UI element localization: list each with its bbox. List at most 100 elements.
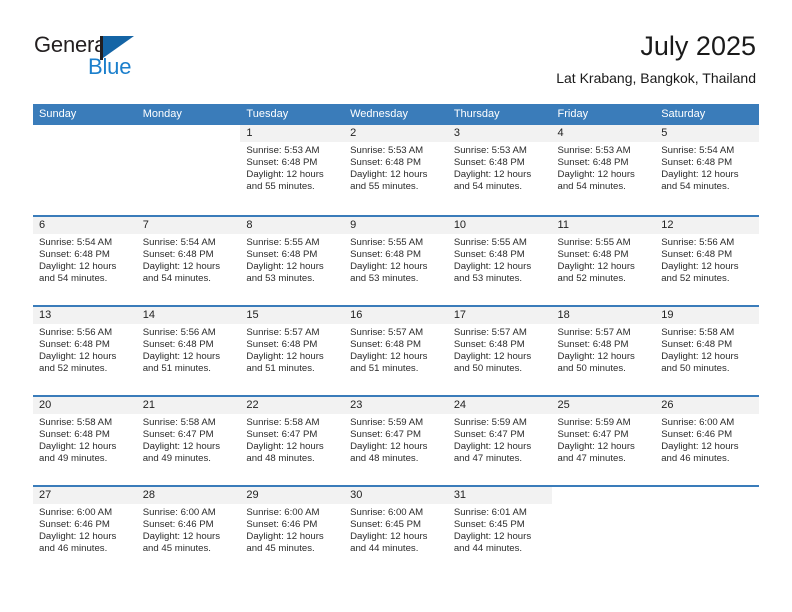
sunset-text: Sunset: 6:48 PM [350, 339, 422, 351]
daylight-text-cont: and 45 minutes. [142, 543, 211, 555]
daylight-text: Daylight: 12 hours [661, 169, 739, 181]
daylight-text-cont: and 51 minutes. [350, 363, 419, 375]
day-details: Sunrise: 5:58 AM Sunset: 6:47 PM Daylight:… [137, 414, 241, 465]
day-details: Sunrise: 5:53 AM Sunset: 6:48 PM Daylight:… [344, 142, 448, 193]
sunrise-text: Sunrise: 5:58 AM [142, 417, 216, 428]
sunrise-text: Sunrise: 6:00 AM [246, 507, 320, 518]
logo-text-blue: Blue [88, 54, 132, 79]
daylight-text: Daylight: 12 hours [350, 261, 428, 273]
day-cell[interactable]: 6 Sunrise: 5:54 AM Sunset: 6:48 PM Daylight… [33, 217, 137, 305]
day-cell[interactable]: 18 Sunrise: 5:57 AM Sunset: 6:48 PM Dayligh… [551, 307, 656, 395]
day-cell[interactable]: 26 Sunrise: 6:00 AM Sunset: 6:46 PM Dayligh… [655, 397, 759, 485]
day-cell[interactable]: 11 Sunrise: 5:55 AM Sunset: 6:48 PM Dayligh… [551, 217, 656, 305]
day-cell[interactable]: 7 Sunrise: 5:54 AM Sunset: 6:48 PM Daylight… [136, 217, 241, 305]
day-cell[interactable]: 2 Sunrise: 5:53 AM Sunset: 6:48 PM Daylight… [344, 125, 448, 213]
sunset-text: Sunset: 6:48 PM [246, 339, 318, 351]
day-number: 12 [661, 219, 674, 231]
daylight-text-cont: and 54 minutes. [453, 181, 523, 193]
day-cell[interactable]: 29 Sunrise: 6:00 AM Sunset: 6:46 PM Dayligh… [240, 487, 345, 575]
general-blue-logo[interactable]: General Blue [34, 32, 184, 84]
sunrise-text: Sunrise: 5:53 AM [246, 145, 320, 156]
sunrise-text: Sunrise: 5:56 AM [142, 327, 216, 338]
day-details: Sunrise: 5:55 AM Sunset: 6:48 PM Daylight:… [344, 234, 448, 285]
day-cell[interactable]: 9 Sunrise: 5:55 AM Sunset: 6:48 PM Daylight… [344, 217, 448, 305]
day-cell[interactable]: 25 Sunrise: 5:59 AM Sunset: 6:47 PM Dayligh… [551, 397, 656, 485]
day-details: Sunrise: 5:55 AM Sunset: 6:48 PM Daylight:… [448, 234, 552, 285]
day-cell[interactable]: 10 Sunrise: 5:55 AM Sunset: 6:48 PM Dayligh… [447, 217, 552, 305]
day-cell-empty [551, 487, 656, 575]
day-number: 31 [453, 489, 467, 501]
day-number: 16 [350, 309, 363, 321]
day-number: 17 [453, 309, 467, 321]
day-cell[interactable]: 27 Sunrise: 6:00 AM Sunset: 6:46 PM Dayligh… [33, 487, 137, 575]
daylight-text-cont: and 45 minutes. [246, 543, 315, 555]
day-details: Sunrise: 5:56 AM Sunset: 6:48 PM Daylight:… [655, 234, 759, 285]
day-number: 10 [453, 219, 467, 231]
day-cell[interactable]: 1 Sunrise: 5:53 AM Sunset: 6:48 PM Daylight… [240, 125, 345, 213]
day-cell[interactable]: 30 Sunrise: 6:00 AM Sunset: 6:45 PM Dayligh… [344, 487, 448, 575]
day-number: 30 [350, 489, 363, 501]
sunset-text: Sunset: 6:48 PM [350, 249, 422, 261]
day-cell[interactable]: 19 Sunrise: 5:58 AM Sunset: 6:48 PM Dayligh… [655, 307, 759, 395]
day-number: 15 [246, 309, 259, 321]
sunset-text: Sunset: 6:47 PM [350, 429, 422, 441]
calendar-grid: Sunday Monday Tuesday Wednesday Thursday Frid… [33, 104, 759, 575]
day-number: 22 [246, 399, 259, 411]
day-number: 21 [142, 399, 155, 411]
day-details: Sunrise: 5:55 AM Sunset: 6:48 PM Daylight:… [240, 234, 344, 285]
day-cell[interactable]: 17 Sunrise: 5:57 AM Sunset: 6:48 PM Dayligh… [447, 307, 552, 395]
sunrise-text: Sunrise: 6:01 AM [453, 507, 527, 518]
sunrise-text: Sunrise: 5:53 AM [557, 145, 631, 156]
day-cell[interactable]: 31 Sunrise: 6:01 AM Sunset: 6:45 PM Dayligh… [447, 487, 552, 575]
daylight-text-cont: and 47 minutes. [557, 453, 626, 465]
sunset-text: Sunset: 6:45 PM [350, 519, 422, 531]
sunset-text: Sunset: 6:48 PM [246, 157, 318, 169]
day-cell[interactable]: 16 Sunrise: 5:57 AM Sunset: 6:48 PM Dayligh… [344, 307, 448, 395]
day-cell[interactable]: 28 Sunrise: 6:00 AM Sunset: 6:46 PM Dayligh… [136, 487, 241, 575]
day-cell[interactable]: 13 Sunrise: 5:56 AM Sunset: 6:48 PM Dayligh… [33, 307, 137, 395]
day-details: Sunrise: 5:53 AM Sunset: 6:48 PM Daylight:… [240, 142, 344, 193]
calendar-week-row: 13 Sunrise: 5:56 AM Sunset: 6:48 PM Dayligh… [33, 305, 759, 395]
day-cell[interactable]: 20 Sunrise: 5:58 AM Sunset: 6:48 PM Dayligh… [33, 397, 137, 485]
day-cell[interactable]: 4 Sunrise: 5:53 AM Sunset: 6:48 PM Daylight… [551, 125, 656, 213]
day-cell[interactable]: 22 Sunrise: 5:58 AM Sunset: 6:47 PM Dayligh… [240, 397, 345, 485]
calendar-week-row: 20 Sunrise: 5:58 AM Sunset: 6:48 PM Dayligh… [33, 395, 759, 485]
day-details: Sunrise: 5:54 AM Sunset: 6:48 PM Daylight:… [137, 234, 241, 285]
sunset-text: Sunset: 6:48 PM [142, 339, 214, 351]
daylight-text: Daylight: 12 hours [142, 441, 221, 453]
sunrise-text: Sunrise: 6:00 AM [661, 417, 735, 428]
day-details: Sunrise: 5:59 AM Sunset: 6:47 PM Daylight:… [552, 414, 656, 465]
sunset-text: Sunset: 6:46 PM [39, 519, 110, 531]
day-cell[interactable]: 3 Sunrise: 5:53 AM Sunset: 6:48 PM Daylight… [447, 125, 552, 213]
daylight-text: Daylight: 12 hours [39, 441, 117, 453]
daylight-text-cont: and 54 minutes. [142, 273, 211, 285]
daylight-text-cont: and 50 minutes. [453, 363, 523, 375]
sunrise-text: Sunrise: 5:54 AM [39, 237, 113, 248]
sunrise-text: Sunrise: 5:57 AM [350, 327, 424, 338]
day-cell[interactable]: 8 Sunrise: 5:55 AM Sunset: 6:48 PM Daylight… [240, 217, 345, 305]
day-cell[interactable]: 21 Sunrise: 5:58 AM Sunset: 6:47 PM Dayligh… [136, 397, 241, 485]
sunrise-text: Sunrise: 5:56 AM [39, 327, 113, 338]
day-details: Sunrise: 5:58 AM Sunset: 6:48 PM Daylight:… [655, 324, 759, 375]
daylight-text: Daylight: 12 hours [661, 351, 739, 363]
day-details [655, 504, 759, 507]
calendar-week-row: 27 Sunrise: 6:00 AM Sunset: 6:46 PM Dayligh… [33, 485, 759, 575]
day-number: 26 [661, 399, 674, 411]
daylight-text-cont: and 52 minutes. [661, 273, 730, 285]
day-cell[interactable]: 15 Sunrise: 5:57 AM Sunset: 6:48 PM Dayligh… [240, 307, 345, 395]
daylight-text: Daylight: 12 hours [39, 531, 117, 543]
sunset-text: Sunset: 6:45 PM [453, 519, 525, 531]
sunrise-text: Sunrise: 5:55 AM [246, 237, 320, 248]
day-cell[interactable]: 12 Sunrise: 5:56 AM Sunset: 6:48 PM Dayligh… [655, 217, 759, 305]
day-cell[interactable]: 5 Sunrise: 5:54 AM Sunset: 6:48 PM Daylight… [655, 125, 759, 213]
day-cell[interactable]: 24 Sunrise: 5:59 AM Sunset: 6:47 PM Dayligh… [447, 397, 552, 485]
day-cell[interactable]: 23 Sunrise: 5:59 AM Sunset: 6:47 PM Dayligh… [344, 397, 448, 485]
daylight-text: Daylight: 12 hours [39, 261, 117, 273]
sunset-text: Sunset: 6:48 PM [557, 249, 629, 261]
title-block: July 2025 Lat Krabang, Bangkok, Thailand [556, 30, 756, 87]
weekday-header-monday: Monday [142, 108, 182, 120]
day-details: Sunrise: 5:54 AM Sunset: 6:48 PM Daylight:… [33, 234, 137, 285]
day-details [137, 142, 241, 145]
day-cell[interactable]: 14 Sunrise: 5:56 AM Sunset: 6:48 PM Dayligh… [136, 307, 241, 395]
sunset-text: Sunset: 6:48 PM [39, 249, 110, 261]
